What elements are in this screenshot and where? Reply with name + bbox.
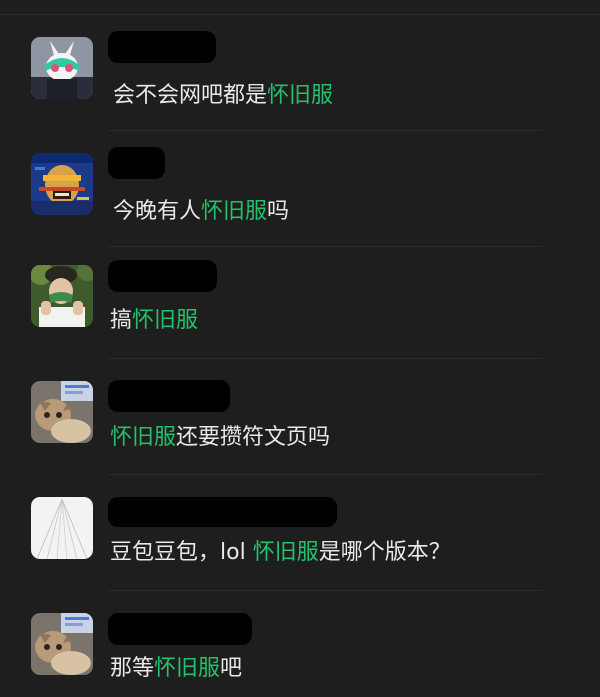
- message-text: 今晚有人怀旧服吗: [113, 199, 290, 224]
- glitch-portrait-avatar[interactable]: [31, 153, 93, 215]
- sender-name-redacted: [108, 31, 216, 63]
- highlight-keyword[interactable]: 怀旧服: [253, 540, 319, 565]
- message-text: 那等怀旧服吧: [110, 656, 243, 681]
- cat-photo-avatar[interactable]: [31, 613, 93, 675]
- sender-name-redacted: [108, 380, 230, 412]
- highlight-keyword[interactable]: 怀旧服: [201, 199, 267, 224]
- person-photo-avatar[interactable]: [31, 265, 93, 327]
- sender-name-redacted: [108, 260, 217, 292]
- message-text: 搞怀旧服: [110, 308, 199, 333]
- message-text: 怀旧服还要攒符文页吗: [110, 425, 331, 450]
- message-text: 豆包豆包，lol 怀旧服是哪个版本？: [110, 540, 451, 565]
- highlight-keyword[interactable]: 怀旧服: [154, 656, 220, 681]
- highlight-keyword[interactable]: 怀旧服: [132, 308, 198, 333]
- message-item[interactable]: 那等怀旧服吧: [0, 591, 600, 697]
- sender-name-redacted: [108, 613, 252, 645]
- message-item[interactable]: 豆包豆包，lol 怀旧服是哪个版本？: [0, 475, 600, 591]
- message-item[interactable]: 搞怀旧服: [0, 247, 600, 359]
- message-text: 会不会网吧都是怀旧服: [113, 83, 334, 108]
- white-lines-avatar[interactable]: [31, 497, 93, 559]
- message-item[interactable]: 怀旧服还要攒符文页吗: [0, 359, 600, 475]
- cat-photo-avatar[interactable]: [31, 381, 93, 443]
- cartoon-bunny-avatar[interactable]: [31, 37, 93, 99]
- sender-name-redacted: [108, 497, 337, 527]
- message-item[interactable]: 会不会网吧都是怀旧服: [0, 15, 600, 131]
- sender-name-redacted: [108, 147, 165, 179]
- highlight-keyword[interactable]: 怀旧服: [110, 425, 176, 450]
- message-item[interactable]: 今晚有人怀旧服吗: [0, 131, 600, 247]
- highlight-keyword[interactable]: 怀旧服: [267, 83, 333, 108]
